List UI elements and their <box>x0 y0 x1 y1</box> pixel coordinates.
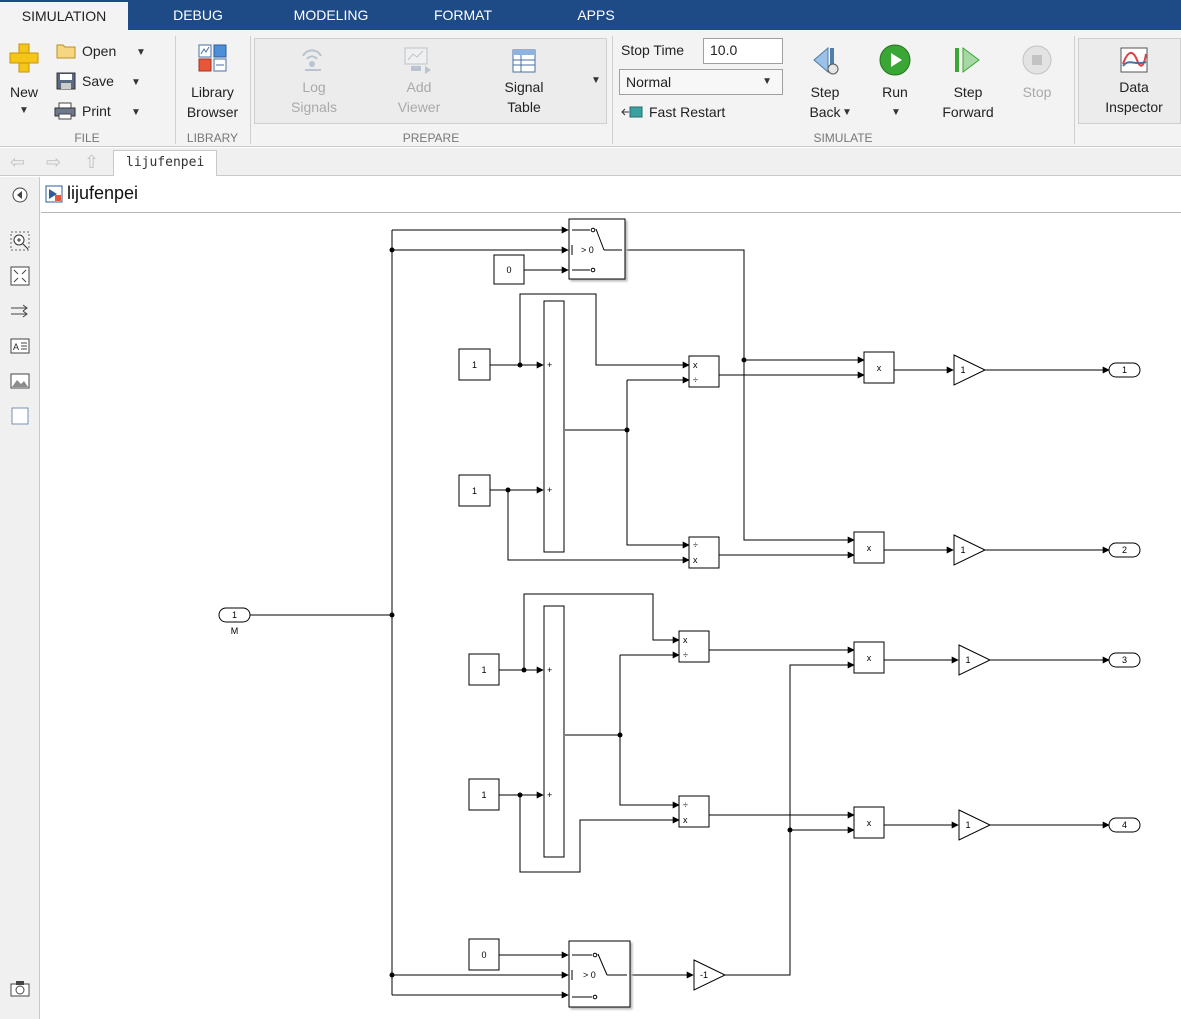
switch-block[interactable]: > 0 <box>568 218 626 280</box>
sum-sign: + <box>547 665 552 675</box>
signal-line[interactable] <box>507 490 690 564</box>
constant-block[interactable]: 1 <box>458 348 491 381</box>
branch-points <box>389 247 793 978</box>
divide-sign: x <box>683 815 688 825</box>
product-block[interactable]: x <box>863 351 895 384</box>
switch-criterion: > 0 <box>583 970 596 980</box>
switch-criterion: > 0 <box>581 245 594 255</box>
signal-lines <box>250 226 1110 999</box>
inport-number: 1 <box>232 610 237 620</box>
switch-block[interactable]: > 0 <box>568 940 631 1008</box>
constant-block[interactable]: 0 <box>468 938 500 971</box>
product-block[interactable]: x <box>853 531 885 564</box>
gain-value: -1 <box>700 970 708 980</box>
inport-name: M <box>231 626 239 636</box>
outport-number: 1 <box>1122 365 1127 375</box>
branch-point <box>389 247 395 253</box>
branch-point <box>787 827 793 833</box>
outport-block[interactable]: 2 <box>1108 542 1141 558</box>
divide-sign: x <box>693 555 698 565</box>
outport-number: 4 <box>1122 820 1127 830</box>
divide-sign: ÷ <box>683 800 688 810</box>
outport-number: 3 <box>1122 655 1127 665</box>
divide-sign: x <box>693 360 698 370</box>
constant-block[interactable]: 1 <box>468 778 500 811</box>
product-block[interactable]: x <box>853 641 885 674</box>
branch-point <box>517 792 523 798</box>
divide-sign: ÷ <box>693 375 698 385</box>
signal-line[interactable] <box>725 661 855 976</box>
signal-line[interactable] <box>626 380 690 549</box>
product-sign: x <box>877 363 882 373</box>
gain-block[interactable]: 1 <box>953 534 987 566</box>
gain-value: 1 <box>965 820 970 830</box>
constant-value: 0 <box>506 265 511 275</box>
product-sign: x <box>867 818 872 828</box>
branch-point <box>624 427 630 433</box>
signal-line[interactable] <box>625 249 855 544</box>
outport-block[interactable]: 3 <box>1108 652 1141 668</box>
gain-block[interactable]: 1 <box>958 809 992 841</box>
constant-block[interactable]: 1 <box>458 474 491 507</box>
divide-block[interactable]: ÷ x <box>678 795 710 828</box>
model-canvas[interactable]: 1 M > 0 0 1 1 + + x ÷ ÷ x x x 1 1 1 2 1 … <box>41 214 1181 1019</box>
block-diagram: 1 M > 0 0 1 1 + + x ÷ ÷ x x x 1 1 1 2 1 … <box>218 218 1141 1008</box>
divide-sign: ÷ <box>683 650 688 660</box>
inport-block[interactable]: 1 M <box>218 607 251 636</box>
divide-block[interactable]: x ÷ <box>678 630 710 663</box>
branch-point <box>389 612 395 618</box>
gain-value: 1 <box>960 545 965 555</box>
product-sign: x <box>867 653 872 663</box>
gain-block[interactable]: 1 <box>958 644 992 676</box>
branch-point <box>521 667 527 673</box>
gain-value: 1 <box>960 365 965 375</box>
outport-block[interactable]: 1 <box>1108 362 1141 378</box>
outport-block[interactable]: 4 <box>1108 817 1141 833</box>
signal-line[interactable] <box>619 655 680 809</box>
outport-number: 2 <box>1122 545 1127 555</box>
divide-sign: x <box>683 635 688 645</box>
constant-value: 1 <box>481 790 486 800</box>
sum-sign: + <box>547 360 552 370</box>
sum-sign: + <box>547 790 552 800</box>
negative-gain-block[interactable]: -1 <box>693 959 727 991</box>
constant-value: 1 <box>472 360 477 370</box>
branch-point <box>517 362 523 368</box>
constant-block[interactable]: 1 <box>468 653 500 686</box>
constant-value: 1 <box>481 665 486 675</box>
branch-point <box>505 487 511 493</box>
branch-point <box>617 732 623 738</box>
divide-block[interactable]: ÷ x <box>688 536 720 569</box>
gain-value: 1 <box>965 655 970 665</box>
divide-sign: ÷ <box>693 540 698 550</box>
sum-block[interactable]: + + <box>543 605 565 858</box>
product-sign: x <box>867 543 872 553</box>
constant-value: 0 <box>481 950 486 960</box>
branch-point <box>741 357 747 363</box>
branch-point <box>389 972 395 978</box>
sum-block[interactable]: + + <box>543 300 565 553</box>
sum-sign: + <box>547 485 552 495</box>
divide-block[interactable]: x ÷ <box>688 355 720 388</box>
constant-value: 1 <box>472 486 477 496</box>
gain-block[interactable]: 1 <box>953 354 987 386</box>
product-block[interactable]: x <box>853 806 885 839</box>
constant-block[interactable]: 0 <box>493 254 525 285</box>
